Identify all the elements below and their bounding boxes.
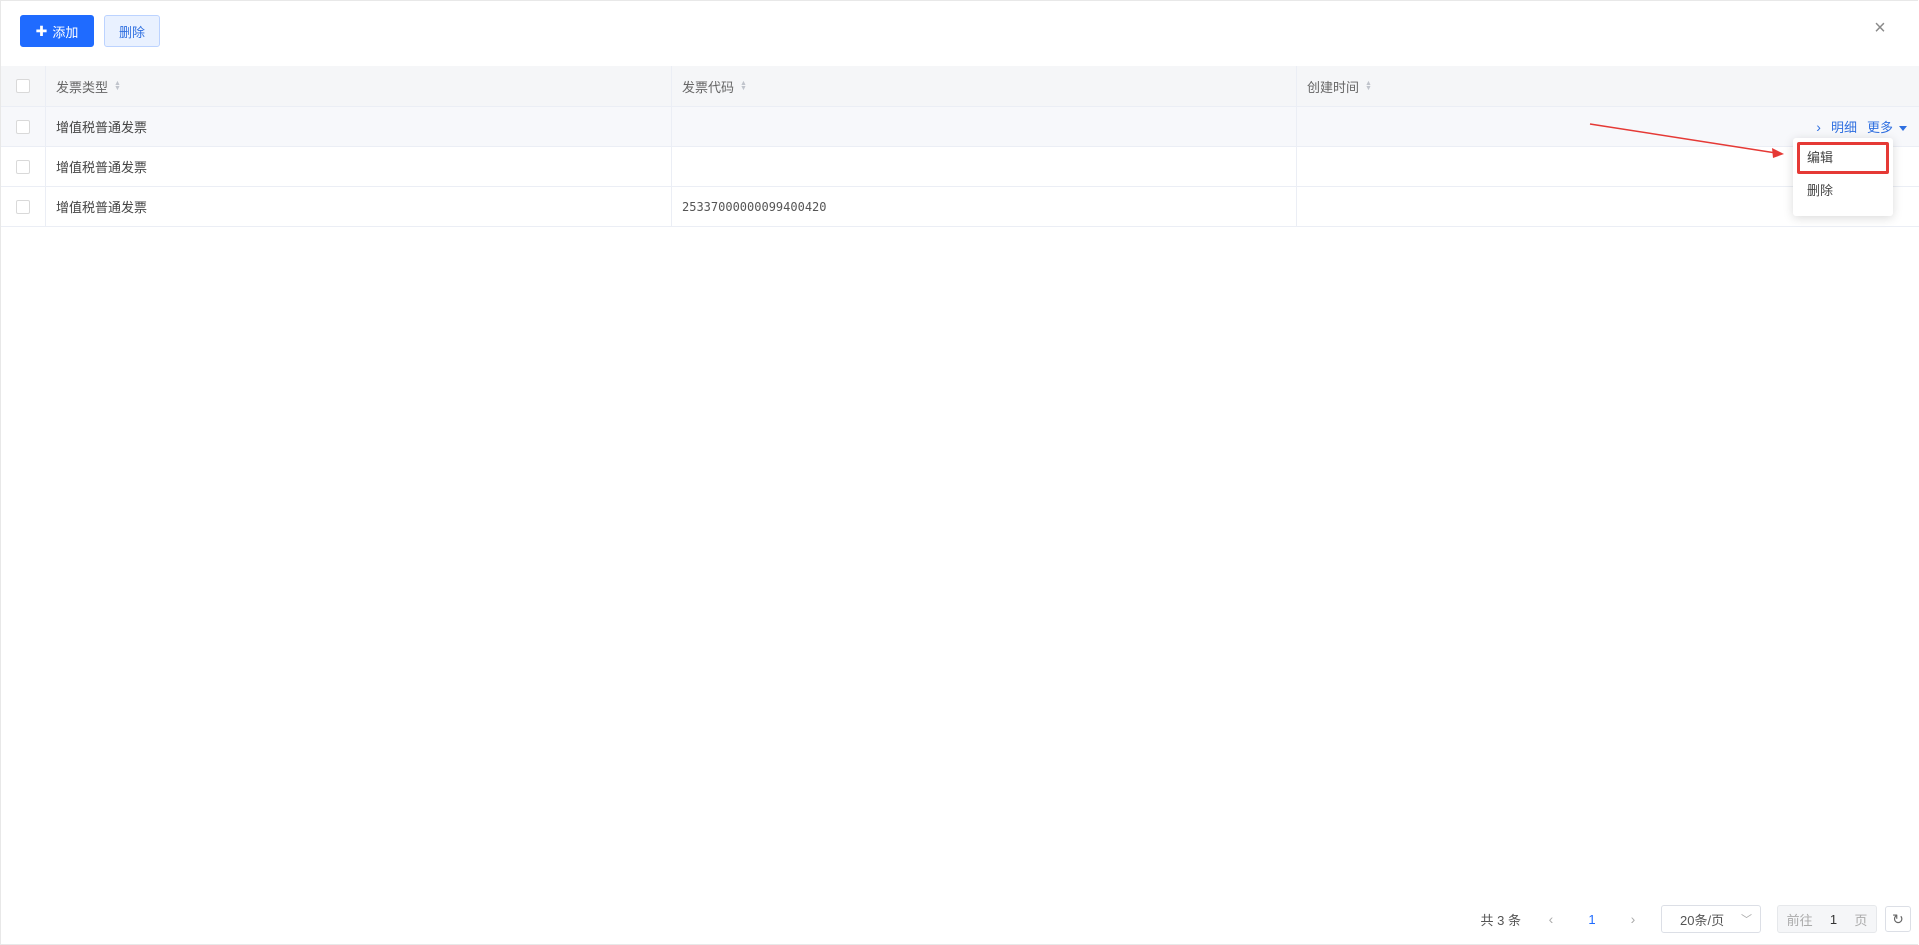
- more-dropdown-menu: 编辑 删除: [1793, 138, 1893, 216]
- invoice-table: 发票类型 ▲ ▼ 发票代码 ▲ ▼ 创建时间 ▲ ▼ 增值税普通发票 › 明细 更多: [1, 66, 1919, 227]
- refresh-icon[interactable]: ↻: [1885, 906, 1911, 932]
- cell-type: 增值税普通发票: [46, 187, 672, 226]
- page-number[interactable]: 1: [1577, 912, 1607, 927]
- sort-icon[interactable]: ▲ ▼: [1365, 80, 1372, 92]
- plus-icon: ✚: [35, 22, 48, 39]
- goto-prefix: 前往: [1786, 912, 1813, 928]
- sort-icon[interactable]: ▲ ▼: [114, 80, 121, 92]
- add-button[interactable]: ✚ 添加: [20, 15, 94, 47]
- table-header: 发票类型 ▲ ▼ 发票代码 ▲ ▼ 创建时间 ▲ ▼: [1, 66, 1919, 107]
- page-jumper: 前往 1 页: [1777, 905, 1877, 933]
- table-row[interactable]: 增值税普通发票: [1, 147, 1919, 187]
- table-row[interactable]: 增值税普通发票 › 明细 更多: [1, 107, 1919, 147]
- cell-code: [672, 107, 1297, 146]
- cell-code: [672, 147, 1297, 186]
- cell-code: 25337000000099400420: [672, 187, 1297, 226]
- page-size-select[interactable]: 20条/页 ﹀: [1661, 905, 1761, 933]
- next-page-icon[interactable]: ›: [1623, 911, 1643, 927]
- header-checkbox-cell: [1, 66, 46, 106]
- cell-type: 增值税普通发票: [46, 107, 672, 146]
- sort-icon[interactable]: ▲ ▼: [740, 80, 747, 92]
- row-checkbox-cell: [1, 187, 46, 226]
- page-size-value: 20条/页: [1680, 912, 1725, 928]
- pagination: 共 3 条 ‹ 1 › 20条/页 ﹀ 前往 1 页 ↻: [1481, 904, 1919, 934]
- add-button-label: 添加: [52, 24, 79, 40]
- row-checkbox[interactable]: [16, 119, 30, 134]
- delete-button-label: 删除: [118, 24, 145, 40]
- column-header-time-label: 创建时间: [1307, 79, 1360, 95]
- more-link-label: 更多: [1866, 120, 1893, 135]
- row-checkbox-cell: [1, 107, 46, 146]
- cell-type: 增值税普通发票: [46, 147, 672, 186]
- column-header-type-label: 发票类型: [56, 79, 109, 95]
- caret-down-icon: [1899, 126, 1907, 132]
- column-header-code[interactable]: 发票代码 ▲ ▼: [672, 66, 1297, 106]
- row-checkbox[interactable]: [16, 159, 30, 174]
- table-row[interactable]: 增值税普通发票 25337000000099400420: [1, 187, 1919, 227]
- column-header-code-label: 发票代码: [682, 79, 735, 95]
- select-all-checkbox[interactable]: [16, 79, 30, 93]
- row-checkbox-cell: [1, 147, 46, 186]
- cell-code-text: 25337000000099400420: [682, 199, 827, 214]
- column-header-type[interactable]: 发票类型 ▲ ▼: [46, 66, 672, 106]
- chevron-down-icon: ﹀: [1741, 914, 1752, 926]
- goto-suffix: 页: [1854, 912, 1868, 928]
- detail-link[interactable]: 明细: [1831, 117, 1857, 136]
- row-checkbox[interactable]: [16, 199, 30, 214]
- toolbar: ✚ 添加 删除: [20, 15, 160, 47]
- cell-type-text: 增值税普通发票: [56, 120, 148, 135]
- dropdown-item-edit[interactable]: 编辑: [1797, 142, 1889, 174]
- pagination-total: 共 3 条: [1480, 912, 1521, 928]
- delete-button[interactable]: 删除: [104, 15, 160, 47]
- more-link[interactable]: 更多: [1867, 117, 1907, 136]
- cell-type-text: 增值税普通发票: [56, 160, 148, 175]
- prev-page-icon[interactable]: ‹: [1541, 911, 1561, 927]
- column-header-time[interactable]: 创建时间 ▲ ▼: [1297, 66, 1919, 106]
- dropdown-item-delete[interactable]: 删除: [1793, 174, 1893, 208]
- goto-input[interactable]: 1: [1830, 912, 1837, 927]
- chevron-right-icon[interactable]: ›: [1816, 119, 1821, 135]
- close-icon[interactable]: ×: [1870, 18, 1890, 38]
- cell-type-text: 增值税普通发票: [56, 200, 148, 215]
